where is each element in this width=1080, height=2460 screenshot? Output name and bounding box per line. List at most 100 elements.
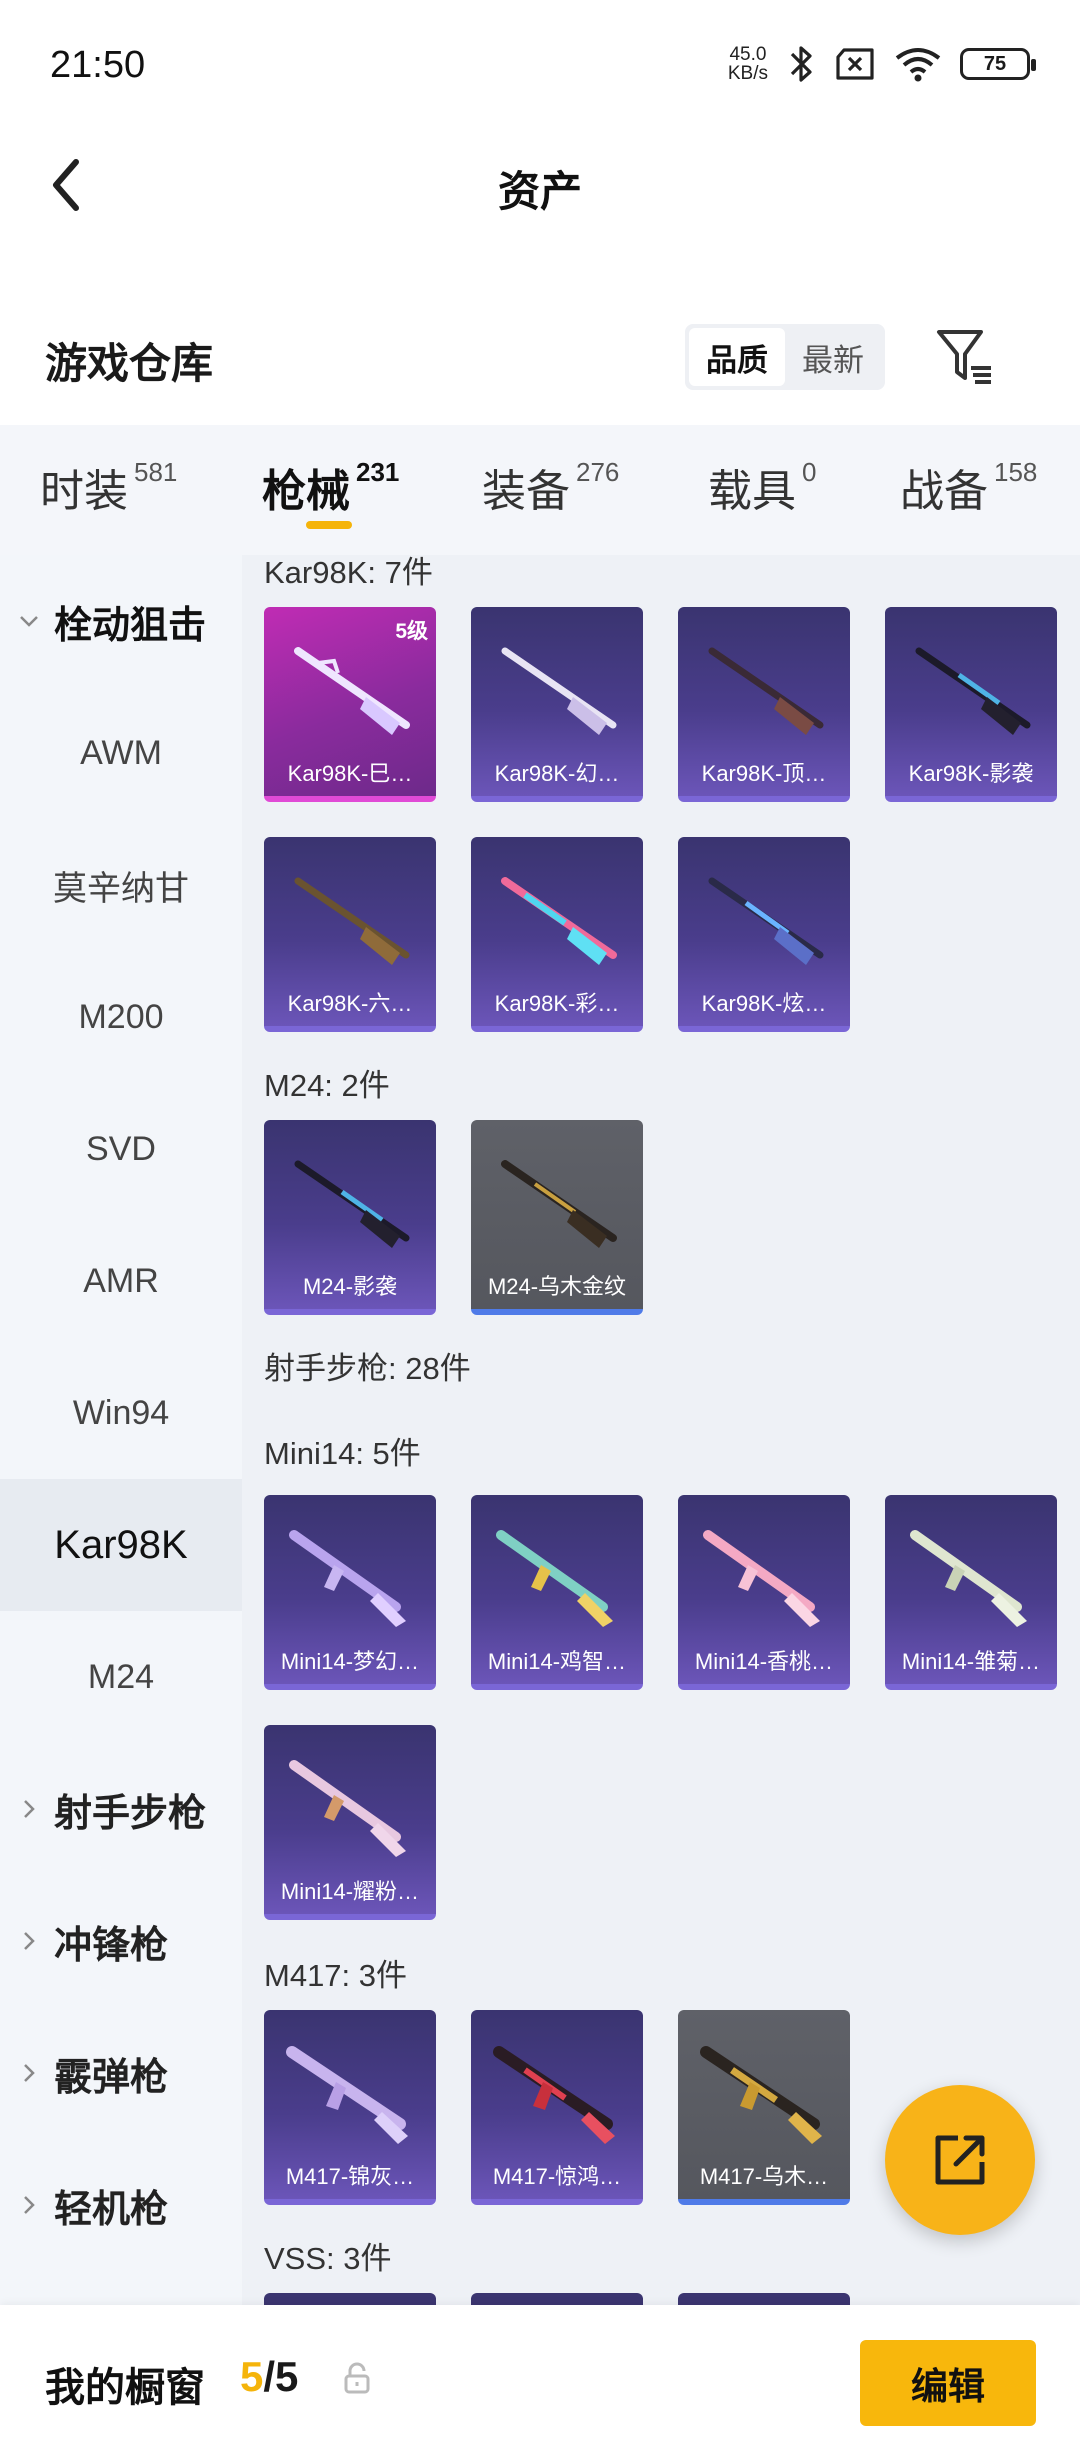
chevron-right-icon <box>18 2194 40 2216</box>
sidebar-group-label: 栓动狙击 <box>54 604 207 647</box>
filter-icon[interactable] <box>935 324 995 388</box>
rifle-icon <box>496 1530 613 1627</box>
tab-label: 枪械 <box>262 467 350 516</box>
section-title-dmr: 射手步枪: 28件 <box>264 1351 471 1386</box>
net-speed-value: 45.0 <box>729 44 767 65</box>
weapon-name: Mini14-雏菊… <box>901 1649 1041 1674</box>
edit-button[interactable]: 编辑 <box>860 2340 1036 2426</box>
weapon-name: M24-乌木金纹 <box>487 1274 627 1299</box>
weapon-card[interactable]: Kar98K-六… <box>264 837 436 1032</box>
sidebar-group-label: 射手步枪 <box>54 1792 207 1835</box>
sidebar-item-amr[interactable]: AMR <box>0 1215 242 1347</box>
share-button[interactable] <box>885 2085 1035 2235</box>
weapon-card[interactable]: M417-惊鸿… <box>471 2010 643 2205</box>
weapon-name: Kar98K-六… <box>287 991 413 1016</box>
weapon-card[interactable]: Kar98K-顶… <box>678 607 850 802</box>
weapon-card[interactable]: Kar98K-炫… <box>678 837 850 1032</box>
weapon-card[interactable]: Kar98K-幻… <box>471 607 643 802</box>
status-icons: 45.0 KB/s 75 <box>728 44 1036 84</box>
weapon-name: Kar98K-炫… <box>701 991 827 1016</box>
weapon-card[interactable]: M24-乌木金纹 <box>471 1120 643 1315</box>
weapon-card[interactable]: Mini14-耀粉… <box>264 1725 436 1920</box>
weapon-card[interactable]: Mini14-鸡智… <box>471 1495 643 1690</box>
tab-count: 581 <box>134 457 178 487</box>
tab-equipment[interactable]: 装备 276 <box>482 455 619 519</box>
weapon-card[interactable]: Kar98K-彩… <box>471 837 643 1032</box>
showcase-current: 5 <box>240 2353 264 2400</box>
share-icon <box>935 2135 985 2185</box>
weapon-card[interactable]: M417-乌木… <box>678 2010 850 2205</box>
tab-vehicles[interactable]: 载具 0 <box>708 455 816 519</box>
weapon-card[interactable]: Kar98K-影袭 <box>885 607 1057 802</box>
section-title-mini14: Mini14: 5件 <box>264 1436 421 1471</box>
sniper-rifle-icon <box>294 877 410 965</box>
assault-rifle-icon <box>286 2046 408 2144</box>
weapon-name: M417-惊鸿… <box>492 2164 622 2189</box>
sidebar-item-m24[interactable]: M24 <box>0 1611 242 1743</box>
sidebar-item-win94[interactable]: Win94 <box>0 1347 242 1479</box>
showcase-title: 我的橱窗 <box>45 2366 205 2410</box>
sidebar-group-label: 霰弹枪 <box>54 2056 169 2099</box>
sort-latest-button[interactable]: 最新 <box>785 328 881 386</box>
sidebar-item-m200[interactable]: M200 <box>0 951 242 1083</box>
lock-icon <box>344 2362 370 2394</box>
net-speed: 45.0 KB/s <box>728 45 768 83</box>
showcase-total: /5 <box>263 2353 299 2400</box>
section-title-m417: M417: 3件 <box>264 1958 408 1993</box>
tab-supplies[interactable]: 战备 158 <box>900 455 1037 519</box>
weapon-name: Kar98K-顶… <box>701 761 827 786</box>
sidebar-item-awm[interactable]: AWM <box>0 687 242 819</box>
weapon-card[interactable]: M417-锦灰… <box>264 2010 436 2205</box>
sidebar-item-kar98k[interactable]: Kar98K <box>0 1479 242 1611</box>
tab-label: 载具 <box>708 467 796 516</box>
weapon-name: M24-影袭 <box>302 1274 398 1299</box>
warehouse-row: 游戏仓库 品质 最新 <box>0 300 1080 410</box>
status-bar: 21:50 45.0 KB/s 75 <box>0 0 1080 130</box>
showcase-bar: 我的橱窗 5/5 编辑 <box>0 2305 1080 2460</box>
sidebar-group-label: 轻机枪 <box>54 2188 169 2231</box>
sidebar-group-dmr[interactable]: 射手步枪 <box>0 1743 242 1875</box>
weapon-name: Kar98K-幻… <box>494 761 620 786</box>
sort-quality-button[interactable]: 品质 <box>689 328 785 386</box>
tab-fashion[interactable]: 时装 581 <box>40 455 177 519</box>
net-speed-unit: KB/s <box>727 63 768 84</box>
sidebar-group-lmg[interactable]: 轻机枪 <box>0 2139 242 2271</box>
weapon-name: Kar98K-彩… <box>494 991 620 1016</box>
tab-count: 0 <box>802 457 817 487</box>
tab-count: 276 <box>576 457 620 487</box>
level-badge: 5级 <box>395 620 428 643</box>
sidebar-item-svd[interactable]: SVD <box>0 1083 242 1215</box>
active-tab-indicator <box>306 521 352 529</box>
battery-level: 75 <box>983 52 1007 75</box>
bluetooth-icon <box>790 46 812 82</box>
weapon-grid: Kar98K: 7件 5级 Kar98K-巳… Kar98K-幻… Kar98K… <box>242 555 1080 2305</box>
weapon-card[interactable]: Mini14-梦幻… <box>264 1495 436 1690</box>
status-time: 21:50 <box>50 44 146 86</box>
tab-firearms[interactable]: 枪械 231 <box>262 455 399 519</box>
category-tabs: 时装 581 枪械 231 装备 276 载具 0 战备 158 <box>0 425 1080 555</box>
weapon-card[interactable] <box>678 2293 850 2305</box>
weapon-name: M417-锦灰… <box>285 2164 415 2189</box>
sidebar-group-smg[interactable]: 冲锋枪 <box>0 1875 242 2007</box>
sidebar-group-shotgun[interactable]: 霰弹枪 <box>0 2007 242 2139</box>
tab-label: 时装 <box>40 467 128 516</box>
weapon-card[interactable] <box>264 2293 436 2305</box>
sidebar-group-bolt-sniper[interactable]: 栓动狙击 <box>0 555 242 687</box>
sidebar-item-mosin[interactable]: 莫辛纳甘 <box>0 819 242 951</box>
chevron-right-icon <box>18 1930 40 1952</box>
tab-count: 158 <box>994 457 1038 487</box>
weapon-type-sidebar: 栓动狙击 AWM 莫辛纳甘 M200 SVD AMR Win94 Kar98K … <box>0 555 242 2305</box>
weapon-card[interactable]: M24-影袭 <box>264 1120 436 1315</box>
weapon-card[interactable]: Mini14-香桃… <box>678 1495 850 1690</box>
tab-count: 231 <box>356 457 400 487</box>
weapon-card[interactable] <box>471 2293 643 2305</box>
sniper-rifle-icon <box>294 647 410 735</box>
assault-rifle-icon <box>493 2046 615 2144</box>
weapon-card[interactable]: Mini14-雏菊… <box>885 1495 1057 1690</box>
weapon-card[interactable]: 5级 Kar98K-巳… <box>264 607 436 802</box>
tab-label: 战备 <box>900 467 988 516</box>
warehouse-title: 游戏仓库 <box>45 340 214 387</box>
weapon-name: Mini14-梦幻… <box>280 1649 420 1674</box>
chevron-right-icon <box>18 1798 40 1820</box>
battery-icon: 75 <box>960 48 1036 80</box>
